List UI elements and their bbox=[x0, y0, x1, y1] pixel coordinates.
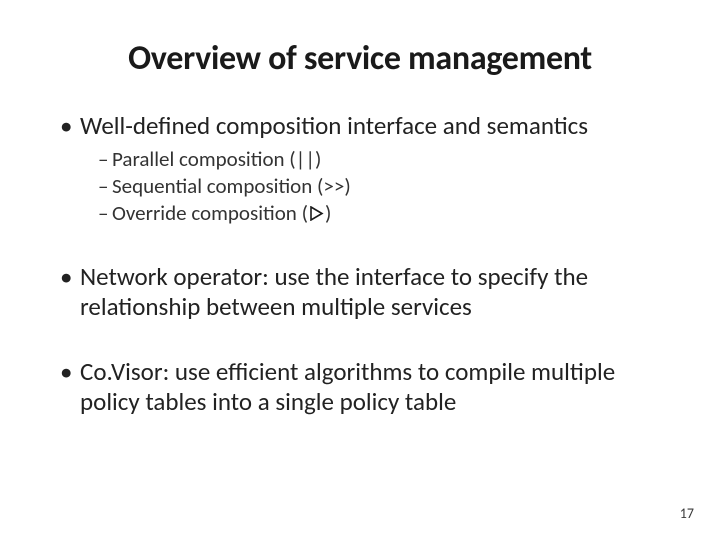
bullet-item-network-operator: Network operator: use the interface to s… bbox=[60, 262, 660, 323]
bullet-item-covisor: Co.Visor: use efficient algorithms to co… bbox=[60, 357, 660, 418]
sub-bullet-text: Sequential composition (>>) bbox=[112, 173, 351, 199]
slide-title: Overview of service management bbox=[60, 38, 660, 79]
sub-bullet-list: Parallel composition (||) Sequential com… bbox=[80, 146, 660, 228]
bullet-item-composition: Well-defined composition interface and s… bbox=[60, 111, 660, 228]
sub-bullet-sequential: Sequential composition (>>) bbox=[98, 173, 660, 199]
sub-bullet-text: Parallel composition (||) bbox=[112, 146, 321, 172]
sub-bullet-text-post: ) bbox=[325, 200, 331, 226]
bullet-text: Co.Visor: use efficient algorithms to co… bbox=[80, 356, 615, 418]
slide: Overview of service management Well-defi… bbox=[0, 0, 720, 540]
override-triangle-icon bbox=[309, 201, 324, 227]
sub-bullet-text-pre: Override composition ( bbox=[112, 200, 308, 226]
sub-bullet-parallel: Parallel composition (||) bbox=[98, 146, 660, 172]
bullet-text: Well-defined composition interface and s… bbox=[80, 110, 588, 141]
page-number: 17 bbox=[680, 505, 694, 522]
sub-bullet-override: Override composition () bbox=[98, 200, 660, 227]
bullet-text: Network operator: use the interface to s… bbox=[80, 261, 588, 323]
bullet-list: Well-defined composition interface and s… bbox=[60, 111, 660, 418]
